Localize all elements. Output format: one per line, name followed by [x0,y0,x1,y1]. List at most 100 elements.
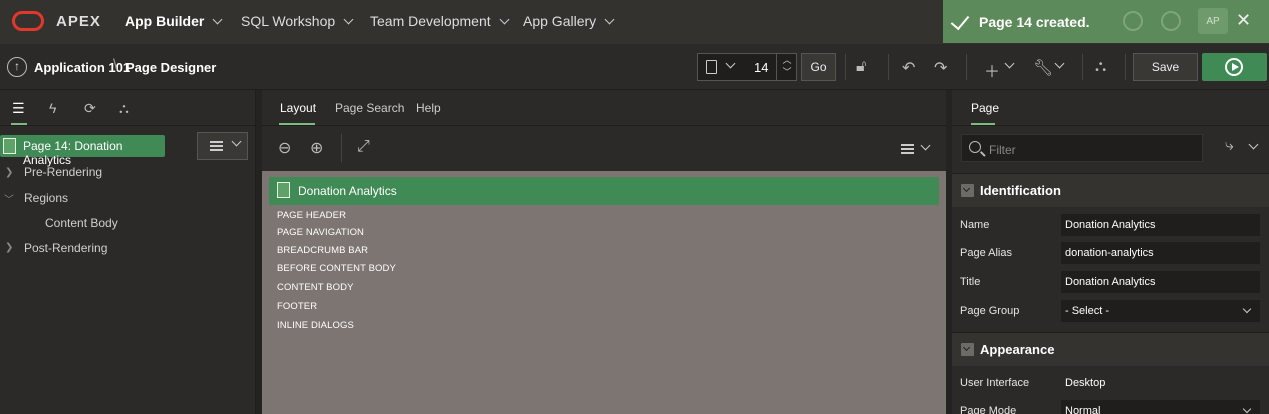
expand-icon[interactable]: ⤢ [357,138,370,156]
tree-menu-button[interactable] [197,132,248,160]
nav-label: SQL Workshop [241,13,336,29]
layout-toolbar: ⊖ ⊕ ⤢ [262,126,946,171]
zoom-in-icon[interactable]: ⊕ [310,138,323,158]
tab-dynamic-actions-icon[interactable]: ϟ [49,100,56,116]
toast-message: Page 14 created. [979,14,1090,30]
close-icon[interactable]: ✕ [1236,10,1251,31]
chevron-down-icon[interactable] [725,58,736,69]
canvas-page-header[interactable]: Donation Analytics [269,177,939,205]
slot-breadcrumb-bar[interactable]: BREADCRUMB BAR [277,245,368,256]
nav-app-gallery[interactable]: App Gallery [523,13,615,29]
user-icon[interactable] [1123,11,1143,31]
chevron-down-icon[interactable] [1004,58,1015,69]
page-alias-field[interactable]: donation-analytics [1061,242,1260,264]
slot-before-content-body[interactable]: BEFORE CONTENT BODY [277,263,396,274]
chevron-down-icon[interactable] [920,140,931,151]
chevron-down-icon [343,14,354,24]
chevron-right-icon[interactable]: ❯ [5,167,13,178]
zoom-out-icon[interactable]: ⊖ [278,138,291,158]
page-document-icon [277,182,290,198]
collapse-icon [961,343,974,356]
divider [845,54,846,80]
page-document-icon [3,138,16,154]
nav-sql-workshop[interactable]: SQL Workshop [241,13,354,29]
group-appearance[interactable]: Appearance [952,332,1269,366]
page-mode-select[interactable]: Normal [1061,400,1260,414]
tab-help[interactable]: Help [416,101,441,115]
tab-rendering-icon[interactable]: ☰ [12,100,25,117]
nav-label: App Builder [125,13,205,29]
active-tab-indicator [971,123,995,125]
chevron-down-icon [1242,304,1252,314]
oracle-logo-icon[interactable] [12,11,44,31]
chevron-down-icon[interactable]: ﹀ [4,191,14,206]
tree-item-post-rendering[interactable]: Post-Rendering [24,241,107,255]
name-field[interactable]: Donation Analytics [1061,214,1260,236]
tab-layout[interactable]: Layout [280,101,316,115]
divider [888,54,889,80]
page-number-stepper[interactable]: 14 ︿ ﹀ [697,53,797,81]
undo-icon[interactable]: ↶ [902,58,915,78]
tab-shared-components-icon[interactable]: ⛬ [119,100,129,117]
save-button[interactable]: Save [1133,53,1198,81]
layout-canvas[interactable]: Donation Analytics PAGE HEADER PAGE NAVI… [262,171,946,414]
title-field[interactable]: Donation Analytics [1061,271,1260,293]
filter-input[interactable]: Filter [961,134,1203,162]
help-icon[interactable] [1161,11,1181,31]
brand-name[interactable]: APEX [56,13,101,30]
filter-placeholder: Filter [989,143,1016,157]
slot-content-body[interactable]: CONTENT BODY [277,282,354,293]
chevron-down-icon [1242,404,1252,414]
name-label: Name [960,219,990,231]
active-tab-indicator [11,123,27,125]
wrench-icon[interactable]: 🔧︎ [1033,58,1053,78]
unlock-icon[interactable]: 🔓︎ [856,58,866,76]
tree-item-content-body[interactable]: Content Body [45,216,118,230]
go-button[interactable]: Go [801,53,836,81]
slot-footer[interactable]: FOOTER [277,301,317,312]
chevron-down-icon[interactable] [1054,58,1065,69]
checkmark-icon [950,10,970,31]
page-group-label: Page Group [960,305,1020,317]
page-group-select[interactable]: - Select - [1061,300,1260,322]
divider [341,134,342,162]
page-title: Page Designer [126,60,217,75]
chevron-down-icon [499,14,510,24]
avatar[interactable]: AP [1198,8,1228,34]
tree-item-page[interactable]: Page 14: Donation Analytics [0,135,165,167]
tree-item-pre-rendering[interactable]: Pre-Rendering [24,165,102,179]
slot-page-header[interactable]: PAGE HEADER [277,210,346,221]
page-mode-value: Normal [1065,405,1101,414]
page-group-value: - Select - [1065,305,1110,317]
shared-components-icon[interactable]: ⛬ [1095,58,1106,76]
add-icon[interactable]: ＋ [984,58,1000,82]
center-tabs: Layout Page Search Help [262,90,946,126]
tree-item-regions[interactable]: Regions [24,191,68,205]
stepper-arrows[interactable]: ︿ ﹀ [776,54,797,80]
group-title: Appearance [980,342,1055,357]
rendering-tree-panel: ☰ ϟ ⟳ ⛬ Page 14: Donation Analytics ❯ Pr… [0,90,256,414]
chevron-right-icon[interactable]: ❯ [5,242,13,253]
property-editor-panel: Page Filter ⤷ Identification Name Donati… [952,90,1269,414]
active-tab-indicator [279,123,315,125]
slot-page-navigation[interactable]: PAGE NAVIGATION [277,227,364,238]
chevron-down-icon[interactable] [1248,139,1259,150]
tab-page[interactable]: Page [971,101,999,115]
nav-team-development[interactable]: Team Development [370,13,510,29]
slot-inline-dialogs[interactable]: INLINE DIALOGS [277,320,354,331]
user-interface-value: Desktop [1065,377,1106,389]
run-page-button[interactable] [1202,53,1267,81]
divider [1125,54,1126,80]
menu-icon[interactable] [901,144,914,154]
nav-app-builder[interactable]: App Builder [125,13,223,29]
chevron-down-icon [231,136,242,147]
tree-item-label: Page 14: Donation Analytics [23,139,123,167]
page-alias-label: Page Alias [960,247,1012,259]
group-identification[interactable]: Identification [952,173,1269,207]
arrow-up-icon[interactable]: ↑ [7,57,27,77]
page-number-input[interactable]: 14 [754,60,768,75]
tab-processing-icon[interactable]: ⟳ [84,100,96,117]
go-to-group-icon[interactable]: ⤷ [1225,137,1234,155]
tab-page-search[interactable]: Page Search [335,101,404,115]
redo-icon[interactable]: ↷ [934,58,947,78]
